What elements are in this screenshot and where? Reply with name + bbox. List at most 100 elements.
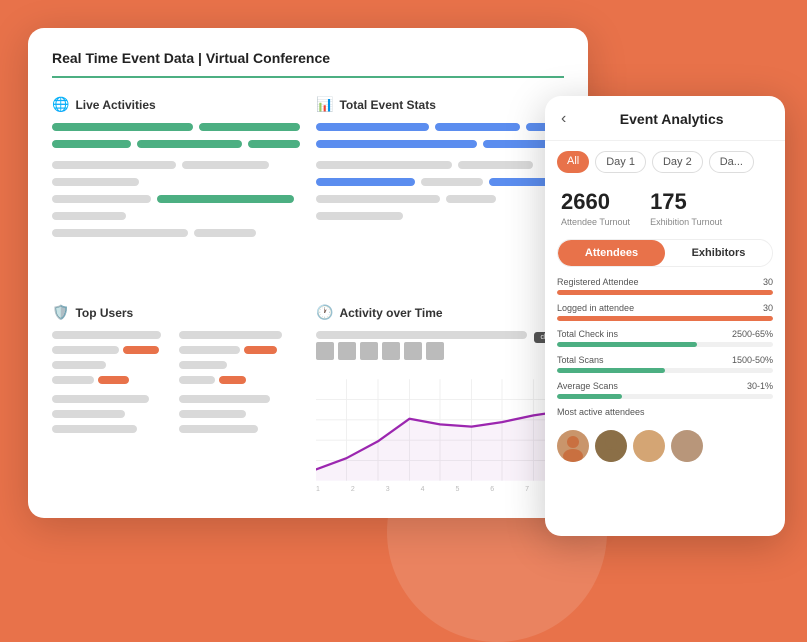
metric-value: 1500-50%	[732, 355, 773, 365]
live-activities-bars	[52, 123, 300, 240]
top-users-label: Top Users	[75, 306, 133, 320]
activity-over-time-section: 🕐 Activity over Time chart	[316, 304, 564, 496]
back-button[interactable]: ‹	[561, 110, 566, 128]
panel-title: Event Analytics	[574, 111, 769, 127]
bar	[182, 161, 269, 169]
bar	[338, 342, 356, 360]
bar	[404, 342, 422, 360]
live-activities-label: Live Activities	[75, 98, 155, 112]
bar	[157, 195, 293, 203]
metric-value: 30	[763, 277, 773, 287]
avatar-2	[595, 430, 627, 462]
bar	[52, 410, 125, 418]
bar	[52, 361, 106, 369]
bar	[179, 376, 215, 384]
bar	[52, 140, 131, 148]
attendees-toggle[interactable]: Attendees	[558, 240, 665, 266]
bar	[179, 425, 258, 433]
bar	[458, 161, 532, 169]
panel-header: ‹ Event Analytics	[545, 96, 785, 141]
metric-total-checkins: Total Check ins 2500-65%	[557, 329, 773, 347]
bar	[199, 123, 300, 131]
x-label: 1	[316, 486, 320, 493]
tab-more[interactable]: Da...	[709, 151, 754, 173]
metric-value: 2500-65%	[732, 329, 773, 339]
bar	[52, 425, 137, 433]
metric-label: Total Check ins	[557, 329, 618, 339]
exhibition-turnout-label: Exhibition Turnout	[650, 217, 722, 227]
metric-total-scans: Total Scans 1500-50%	[557, 355, 773, 373]
metric-label: Logged in attendee	[557, 303, 634, 313]
bar	[52, 161, 176, 169]
bar	[179, 361, 227, 369]
metric-bar-fill	[557, 316, 773, 321]
metric-label: Most active attendees	[557, 407, 645, 417]
bar	[316, 212, 403, 220]
top-users-grid	[52, 331, 300, 436]
total-event-stats-label: Total Event Stats	[339, 98, 435, 112]
bar	[52, 395, 149, 403]
avatar-3	[633, 430, 665, 462]
bar	[316, 123, 429, 131]
avatars-row	[545, 420, 785, 462]
bar	[316, 161, 452, 169]
exhibition-turnout-number: 175	[650, 189, 722, 215]
top-users-header: 🛡️ Top Users	[52, 304, 300, 321]
activity-chart	[316, 375, 564, 485]
bar	[426, 342, 444, 360]
x-axis-labels: 1 2 3 4 5 6 7 8	[316, 486, 564, 493]
bar	[382, 342, 400, 360]
x-label: 2	[351, 486, 355, 493]
bar	[316, 178, 415, 186]
bar	[52, 212, 126, 220]
bar	[52, 346, 119, 354]
metric-bar-fill	[557, 394, 622, 399]
x-label: 3	[386, 486, 390, 493]
day-tabs: All Day 1 Day 2 Da...	[545, 141, 785, 183]
bar	[248, 140, 300, 148]
globe-icon: 🌐	[52, 96, 69, 113]
attendee-turnout-number: 2660	[561, 189, 630, 215]
exhibitors-toggle[interactable]: Exhibitors	[665, 240, 772, 266]
tab-day2[interactable]: Day 2	[652, 151, 703, 173]
bar	[219, 376, 246, 384]
bar	[52, 195, 151, 203]
metrics-list: Registered Attendee 30 Logged in attende…	[545, 277, 785, 420]
total-event-stats-section: 📊 Total Event Stats	[316, 96, 564, 288]
metric-bar-fill	[557, 290, 773, 295]
chart-top-bars	[316, 331, 564, 363]
sections-grid: 🌐 Live Activities	[52, 96, 564, 496]
metric-logged-in: Logged in attendee 30	[557, 303, 773, 321]
bar	[244, 346, 278, 354]
x-label: 5	[455, 486, 459, 493]
avatar-4	[671, 430, 703, 462]
metric-registered-attendee: Registered Attendee 30	[557, 277, 773, 295]
live-activities-section: 🌐 Live Activities	[52, 96, 300, 288]
bar	[179, 346, 240, 354]
bar	[316, 342, 334, 360]
analytics-panel: ‹ Event Analytics All Day 1 Day 2 Da... …	[545, 96, 785, 536]
tab-day1[interactable]: Day 1	[595, 151, 646, 173]
metric-label: Average Scans	[557, 381, 618, 391]
bar	[137, 140, 242, 148]
metric-average-scans: Average Scans 30-1%	[557, 381, 773, 399]
bar	[52, 123, 193, 131]
total-event-stats-bars	[316, 123, 564, 223]
bar	[194, 229, 256, 237]
activity-label: Activity over Time	[339, 306, 442, 320]
bar	[316, 140, 477, 148]
bar	[52, 331, 161, 339]
bar	[98, 376, 128, 384]
metric-label: Total Scans	[557, 355, 604, 365]
tab-all[interactable]: All	[557, 151, 589, 173]
bar	[316, 195, 440, 203]
bar	[123, 346, 159, 354]
live-activities-header: 🌐 Live Activities	[52, 96, 300, 113]
avatar-1	[557, 430, 589, 462]
metric-label: Registered Attendee	[557, 277, 639, 287]
exhibition-turnout-stat: 175 Exhibition Turnout	[650, 189, 722, 227]
shield-icon: 🛡️	[52, 304, 69, 321]
main-dashboard-card: Real Time Event Data | Virtual Conferenc…	[28, 28, 588, 518]
bar	[52, 229, 188, 237]
stats-row: 2660 Attendee Turnout 175 Exhibition Tur…	[545, 183, 785, 239]
